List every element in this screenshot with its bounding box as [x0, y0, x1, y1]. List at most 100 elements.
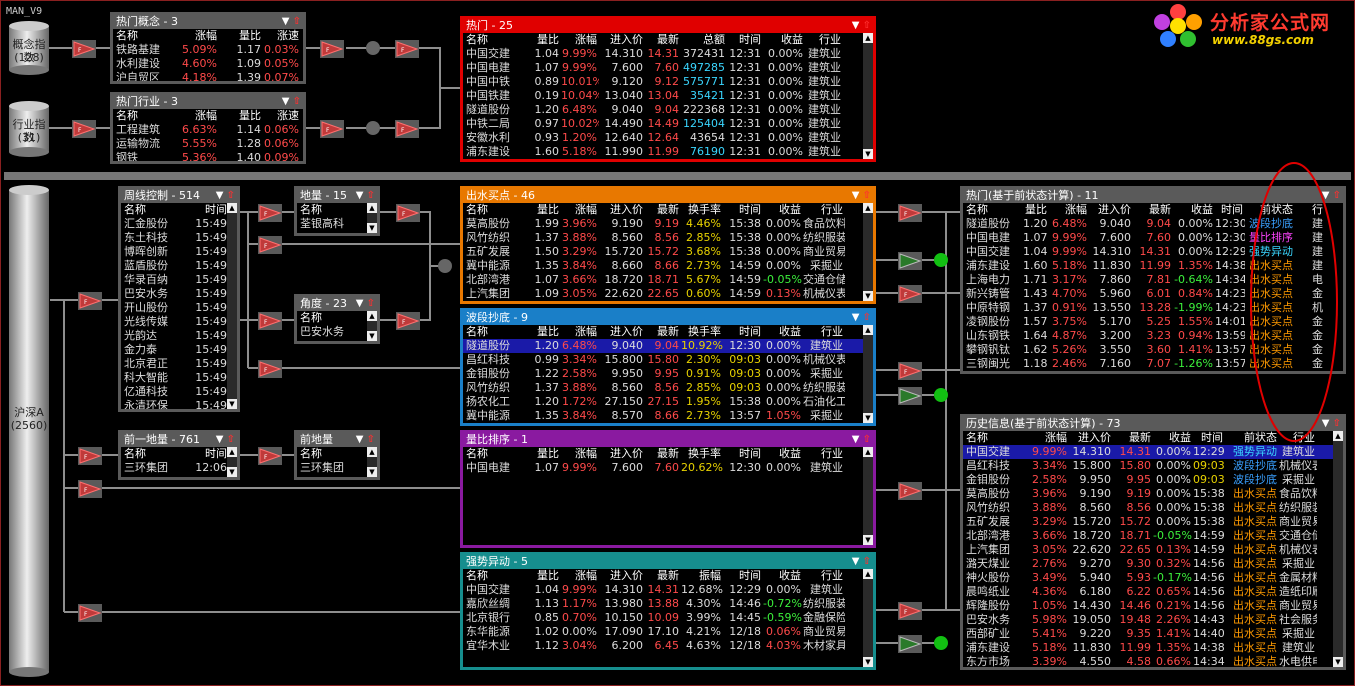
filter-node-icon[interactable]: F	[395, 40, 419, 61]
panel-wave-bottom[interactable]: 波段抄底 - 9 ▼ ⇧ 名称 量比 涨幅 进入价 最新 换手率 时间 收益 行业 隧道股份 1.20 6…	[460, 308, 876, 426]
table-row[interactable]: 嘉欣丝绸 1.13 1.17% 13.980 13.88 4.30% 14:46 -0.72%…	[463, 597, 873, 611]
table-row[interactable]: 光线传媒 15:49	[121, 315, 237, 329]
panel-menu-icon[interactable]: ▼	[356, 190, 364, 201]
scrollbar[interactable]: ▲ ▼	[367, 447, 377, 477]
table-row[interactable]: 中国交建 1.04 9.99% 14.310 14.31 372431 12:31 0.00%…	[463, 47, 873, 61]
table-row[interactable]: 三环集团 12:06	[121, 461, 237, 475]
panel-menu-icon[interactable]: ▼	[282, 16, 290, 27]
table-row[interactable]: 神火股份 3.49% 5.940 5.93-0.17%14:56 出水买点金属材料	[963, 571, 1343, 585]
column-header[interactable]: 最新	[1133, 203, 1173, 217]
column-header[interactable]: 时间	[727, 33, 763, 47]
column-header[interactable]: 量比	[1023, 203, 1049, 217]
panel-hot-concept[interactable]: 热门概念 - 3 ▼ ⇧ 名称 涨幅 量比 涨速 铁路基建 5.09% 1.17 0.03% 水利建…	[110, 12, 306, 84]
column-header[interactable]: 量比	[219, 109, 263, 123]
filter-node-icon[interactable]	[898, 387, 922, 408]
column-header[interactable]: 进入价	[599, 325, 645, 339]
column-header[interactable]: 进入价	[599, 203, 645, 217]
concept-index-source[interactable]: 概念指数 (128)	[8, 20, 50, 76]
column-header[interactable]: 名称	[463, 325, 529, 339]
panel-expand-icon[interactable]: ⇧	[863, 190, 871, 201]
panel-title-bar[interactable]: 地量 - 15 ▼ ⇧	[297, 189, 377, 203]
filter-node-icon[interactable]: F	[396, 204, 420, 225]
panel-menu-icon[interactable]: ▼	[852, 20, 860, 31]
table-row[interactable]: 运输物流 5.55% 1.28 0.06%	[113, 137, 303, 151]
table-row[interactable]: 上汽集团 3.05% 22.620 22.65 0.13%14:59 出水买点机械仪表	[963, 543, 1343, 557]
table-row[interactable]: 东华能源 1.02 0.00% 17.090 17.10 4.21% 12/18 0.06% 商…	[463, 625, 873, 639]
table-row[interactable]: 安徽水利 0.93 1.20% 12.640 12.64 43654 12:31 0.00% 建…	[463, 131, 873, 145]
column-header[interactable]: 名称	[121, 203, 185, 217]
panel-expand-icon[interactable]: ⇧	[227, 434, 235, 445]
filter-node-icon[interactable]: F	[320, 40, 344, 61]
table-row[interactable]: 西部矿业 5.41% 9.220 9.35 1.41% 14:40 出水买点 采掘业	[963, 627, 1343, 641]
table-row[interactable]: 莫高股份 3.96% 9.190 9.19 0.00%15:38 出水买点食品饮料	[963, 487, 1343, 501]
table-row[interactable]: 扬农化工 1.20 1.72% 27.150 27.15 1.95% 15:38 0.00% 石…	[463, 395, 873, 409]
table-row[interactable]: 隧道股份 1.20 6.48% 9.040 9.04 10.92% 12:30 0.00% 建筑…	[463, 339, 873, 353]
scroll-down-icon[interactable]: ▼	[1333, 657, 1343, 667]
panel-menu-icon[interactable]: ▼	[356, 434, 364, 445]
table-row[interactable]: 晨鸣纸业 4.36% 6.180 6.22 0.65%14:56 出水买点造纸印刷	[963, 585, 1343, 599]
table-row[interactable]: 水利建设 4.60% 1.09 0.05%	[113, 57, 303, 71]
output-node-icon[interactable]	[934, 253, 948, 267]
column-header[interactable]: 最新	[645, 325, 681, 339]
table-row[interactable]: 北京银行 0.85 0.70% 10.150 10.09 3.99% 14:45 -0.59%…	[463, 611, 873, 625]
scrollbar[interactable]: ▲ ▼	[227, 447, 237, 477]
panel-title-bar[interactable]: 周线控制 - 514 ▼ ⇧	[121, 189, 237, 203]
column-header[interactable]: 涨幅	[1049, 203, 1089, 217]
panel-menu-icon[interactable]: ▼	[356, 298, 364, 309]
column-header[interactable]: 时间	[723, 325, 763, 339]
column-header[interactable]: 量比	[529, 203, 561, 217]
column-header[interactable]: 进入价	[599, 447, 645, 461]
filter-node-icon[interactable]: F	[320, 120, 344, 141]
column-header[interactable]: 名称	[463, 569, 529, 583]
table-row[interactable]: 中铁二局 0.97 10.02% 14.490 14.49 125404 12:31 0.00…	[463, 117, 873, 131]
market-a-source[interactable]: 沪深A (2560)	[8, 184, 50, 680]
table-row[interactable]: 昌红科技 0.99 3.34% 15.800 15.80 2.30% 09:03 0.00% 机…	[463, 353, 873, 367]
table-row[interactable]: 冀中能源 1.35 3.84% 8.570 8.66 2.73% 13:57 1.05% 采掘业	[463, 409, 873, 423]
filter-node-icon[interactable]: F	[258, 360, 282, 381]
scroll-down-icon[interactable]: ▼	[863, 413, 873, 423]
panel-volume-ratio-sort[interactable]: 量比排序 - 1 ▼ ⇧ 名称 量比 涨幅 进入价 最新 换手率 时间 收益 行业 中国电建 1.07 9…	[460, 430, 876, 548]
column-header[interactable]: 时间	[723, 447, 763, 461]
column-header[interactable]: 换手率	[681, 203, 723, 217]
industry-index-source[interactable]: 行业指数 (31)	[8, 100, 50, 158]
column-header[interactable]: 时间	[1215, 203, 1245, 217]
filter-node-icon[interactable]: F	[395, 120, 419, 141]
panel-title-bar[interactable]: 量比排序 - 1 ▼ ⇧	[463, 433, 873, 447]
filter-node-icon[interactable]: F	[72, 120, 96, 141]
column-header[interactable]: 时间	[723, 203, 763, 217]
panel-title-bar[interactable]: 热门 - 25 ▼ ⇧	[463, 19, 873, 33]
column-header[interactable]: 名称	[297, 203, 367, 217]
scroll-up-icon[interactable]: ▲	[227, 447, 237, 457]
table-row[interactable]: 风竹纺织 3.88% 8.560 8.56 0.00%15:38 出水买点纺织服装	[963, 501, 1343, 515]
column-header[interactable]: 涨幅	[561, 325, 599, 339]
table-row[interactable]: 科大智能 15:49	[121, 371, 237, 385]
panel-history-info[interactable]: 历史信息(基于前状态计算) - 73 ▼ ⇧ 名称 涨幅 进入价 最新 收益 时间 前状态 行业中…	[960, 414, 1346, 670]
column-header[interactable]: 收益	[1153, 431, 1193, 445]
panel-menu-icon[interactable]: ▼	[216, 190, 224, 201]
filter-node-icon[interactable]: F	[898, 285, 922, 306]
table-row[interactable]: 巴安水务 15:49	[121, 287, 237, 301]
column-header[interactable]: 名称	[963, 431, 1029, 445]
panel-expand-icon[interactable]: ⇧	[367, 190, 375, 201]
column-header[interactable]: 最新	[645, 33, 681, 47]
table-row[interactable]: 风竹纺织 1.37 3.88% 8.560 8.56 2.85% 09:03 0.00% 纺织服…	[463, 381, 873, 395]
filter-node-icon[interactable]: F	[78, 604, 102, 625]
table-row[interactable]: 汇金股份 15:49	[121, 217, 237, 231]
filter-node-icon[interactable]: F	[898, 362, 922, 383]
table-row[interactable]: 北部湾港 3.66% 18.720 18.71-0.05%14:59 出水买点交通仓储	[963, 529, 1343, 543]
column-header[interactable]: 行业	[803, 203, 845, 217]
table-row[interactable]: 浦东建设 5.18% 11.830 11.99 1.35% 14:38 出水买点 建筑业	[963, 641, 1343, 655]
column-header[interactable]: 名称	[463, 203, 529, 217]
table-row[interactable]: 风竹纺织 1.37 3.88% 8.560 8.56 2.85% 15:38 0.00% 纺织服…	[463, 231, 873, 245]
column-header[interactable]: 涨速	[263, 29, 301, 43]
table-row[interactable]: 三环集团	[297, 461, 377, 475]
column-header[interactable]: 收益	[1173, 203, 1215, 217]
column-header[interactable]: 进入价	[1069, 431, 1113, 445]
panel-menu-icon[interactable]: ▼	[852, 434, 860, 445]
table-row[interactable]: 金钼股份 1.22 2.58% 9.950 9.95 0.91% 09:03 0.00% 采掘业	[463, 367, 873, 381]
panel-expand-icon[interactable]: ⇧	[863, 434, 871, 445]
scrollbar[interactable]: ▲ ▼	[1333, 431, 1343, 667]
table-row[interactable]: 中国电建 1.07 9.99% 7.600 7.60 497285 12:31 0.00% 建筑…	[463, 61, 873, 75]
scrollbar[interactable]: ▲ ▼	[367, 203, 377, 233]
panel-menu-icon[interactable]: ▼	[852, 312, 860, 323]
